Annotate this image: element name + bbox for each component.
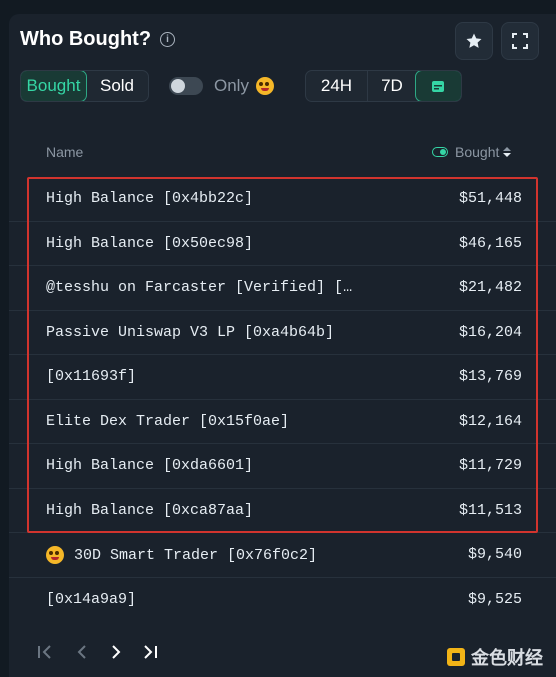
sort-icon: [503, 147, 512, 157]
table-row[interactable]: @tesshu on Farcaster [Verified] [0x5a7e0…: [9, 265, 556, 310]
prev-page-button[interactable]: [73, 640, 91, 664]
row-value: $11,513: [458, 501, 522, 519]
table-row[interactable]: Passive Uniswap V3 LP [0xa4b64b] $16,204: [9, 309, 556, 355]
tab-sold[interactable]: Sold: [86, 71, 148, 101]
panel-header: Who Bought? i: [20, 28, 176, 51]
table-row[interactable]: High Balance [0xca87aa] $11,513: [9, 487, 556, 533]
row-value: $51,448: [458, 190, 522, 208]
fullscreen-button[interactable]: [501, 22, 539, 60]
last-page-button[interactable]: [141, 640, 159, 664]
toggle-knob: [171, 79, 185, 93]
panel-title: Who Bought?: [20, 28, 152, 50]
row-value: $46,165: [458, 234, 522, 252]
next-page-icon: [112, 645, 121, 659]
bought-header-label: Bought: [455, 144, 500, 160]
row-name[interactable]: 30D Smart Trader [0x76f0c2]: [74, 547, 317, 564]
row-name[interactable]: High Balance [0x50ec98]: [46, 235, 253, 252]
row-name[interactable]: High Balance [0xda6601]: [46, 457, 253, 474]
watermark-text: 金色财经: [471, 648, 543, 668]
watermark-logo-icon: [447, 648, 465, 666]
table-row[interactable]: 30D Smart Trader [0x76f0c2] $9,540: [9, 532, 556, 577]
tab-bought[interactable]: Bought: [21, 71, 87, 101]
next-page-button[interactable]: [107, 640, 125, 664]
only-toggle[interactable]: [169, 77, 203, 95]
emoji-face-icon: [46, 545, 64, 564]
row-name[interactable]: High Balance [0x4bb22c]: [46, 190, 253, 207]
table-row[interactable]: High Balance [0x4bb22c] $51,448: [9, 177, 556, 221]
favorite-button[interactable]: [455, 22, 493, 60]
calendar-icon: [432, 81, 445, 92]
tab-24h[interactable]: 24H: [306, 71, 367, 101]
prev-page-icon: [77, 645, 86, 659]
row-name[interactable]: High Balance [0xca87aa]: [46, 502, 253, 519]
row-value: $9,525: [467, 590, 522, 608]
first-page-icon: [38, 645, 51, 659]
tab-7d[interactable]: 7D: [368, 71, 416, 101]
fullscreen-icon: [512, 33, 528, 49]
table-row[interactable]: [0x14a9a9] $9,525: [9, 576, 556, 622]
last-page-icon: [144, 645, 157, 659]
star-icon: [466, 33, 482, 48]
tab-custom-date[interactable]: [414, 71, 461, 101]
only-label: Only: [214, 76, 249, 95]
column-header-bought[interactable]: Bought: [432, 144, 512, 160]
filter-controls: Bought Sold Only 24H 7D: [20, 70, 462, 102]
column-header-name[interactable]: Name: [46, 144, 83, 160]
row-name[interactable]: Passive Uniswap V3 LP [0xa4b64b]: [46, 324, 334, 341]
side-tabs: Bought Sold: [20, 70, 149, 102]
row-name[interactable]: [0x14a9a9]: [46, 591, 136, 608]
first-page-button[interactable]: [36, 640, 54, 664]
row-value: $12,164: [458, 412, 522, 430]
row-name-wrap[interactable]: 30D Smart Trader [0x76f0c2]: [46, 545, 317, 564]
accent-toggle-icon: [432, 147, 448, 157]
row-value: $13,769: [458, 368, 522, 386]
buyers-table: High Balance [0x4bb22c] $51,448 High Bala…: [9, 177, 556, 621]
table-row[interactable]: Elite Dex Trader [0x15f0ae] $12,164: [9, 398, 556, 444]
row-value: $21,482: [458, 279, 522, 297]
info-icon[interactable]: i: [160, 32, 176, 47]
watermark: 金色财经: [447, 644, 543, 670]
row-value: $16,204: [458, 323, 522, 341]
row-value: $9,540: [467, 546, 522, 564]
table-row[interactable]: High Balance [0x50ec98] $46,165: [9, 220, 556, 266]
row-name[interactable]: Elite Dex Trader [0x15f0ae]: [46, 413, 289, 430]
time-range-tabs: 24H 7D: [304, 70, 462, 102]
row-name[interactable]: [0x11693f]: [46, 368, 136, 385]
row-name[interactable]: @tesshu on Farcaster [Verified] [0x5a7e0…: [46, 279, 358, 296]
table-row[interactable]: [0x11693f] $13,769: [9, 354, 556, 399]
row-value: $11,729: [458, 457, 522, 475]
emoji-face-icon: [255, 77, 274, 95]
table-row[interactable]: High Balance [0xda6601] $11,729: [9, 443, 556, 488]
